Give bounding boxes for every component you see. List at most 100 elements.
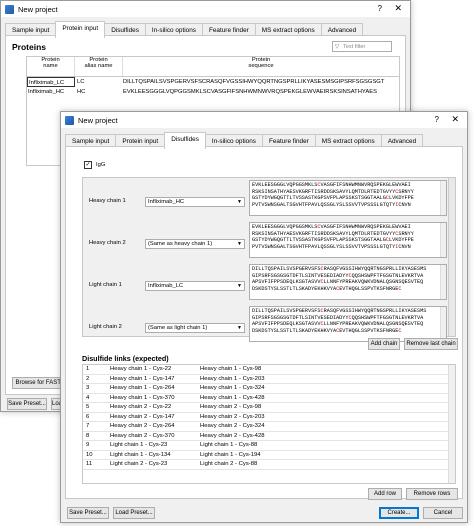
link-cell: 1 <box>86 366 90 372</box>
col-alias-name[interactable]: Protein alias name <box>75 57 123 76</box>
add-row-button[interactable]: Add row <box>368 488 402 500</box>
chain-sequence-box[interactable]: EVKLEESGGGLVQPGGSMKLSCVASGFIFSNHWMNWVRQS… <box>249 222 447 258</box>
back-tab-protein-input[interactable]: Protein input <box>55 21 106 38</box>
chevron-down-icon: ▼ <box>237 199 242 205</box>
table-row[interactable]: Infliximab_LC LC DILLTQSPAILSVSPGERVSFSC… <box>27 77 399 87</box>
table-row[interactable]: 5 Heavy chain 2 - Cys-22 Heavy chain 2 - C… <box>83 403 455 413</box>
back-tab-bar: Sample input Protein input Disulfides In… <box>1 17 410 38</box>
load-preset-button[interactable]: Load Preset... <box>113 507 155 519</box>
col-sequence[interactable]: Protein sequence <box>123 57 399 76</box>
remove-last-chain-button[interactable]: Remove last chain <box>404 338 458 350</box>
link-cell: 11 <box>86 461 93 467</box>
text-filter-input[interactable]: ▽ Text filter <box>332 41 392 52</box>
link-cell: 2 <box>86 375 90 382</box>
table-row[interactable]: 4 Heavy chain 1 - Cys-370 Heavy chain 1 - … <box>83 394 455 403</box>
table-row[interactable]: 3 Heavy chain 1 - Cys-264 Heavy chain 1 - … <box>83 384 455 394</box>
close-icon[interactable]: ✕ <box>394 3 402 14</box>
chain-label: Heavy chain 2 <box>89 240 126 246</box>
sequence-line: RSKSINSATHYAESVKGRFTISRDDSKSAVYLQMTDLRTE… <box>252 188 414 195</box>
sequence-line: EVKLEESGGGLVQPGGSMKLSCVASGFIFSNHWMNWVRQS… <box>252 182 411 188</box>
sequence-scrollbar[interactable] <box>440 223 446 257</box>
help-icon[interactable]: ? <box>435 115 439 124</box>
save-preset-button[interactable]: Save Preset... <box>67 507 109 519</box>
chain-sequence-box[interactable]: DILLTQSPAILSVSPGERVSFSCRASQFVGSSIHWYQQRT… <box>249 306 447 342</box>
link-cell: Light chain 2 - Cys-88 <box>200 461 258 467</box>
igg-label: IgG <box>96 162 106 168</box>
sequence-scrollbar[interactable] <box>440 307 446 341</box>
close-icon[interactable]: ✕ <box>451 114 459 125</box>
link-cell: Heavy chain 1 - Cys-203 <box>200 375 265 382</box>
sequence-line: PVTVSWNSGALTSGVHTFPAVLQSSGLYSLSSVVTVPSSS… <box>252 201 411 208</box>
table-row[interactable]: 6 Heavy chain 2 - Cys-147 Heavy chain 2 - … <box>83 413 455 422</box>
app-icon <box>65 115 74 125</box>
chain-protein-select[interactable]: (Same as heavy chain 1) ▼ <box>145 239 245 249</box>
table-row[interactable]: 2 Heavy chain 1 - Cys-147 Heavy chain 1 - … <box>83 375 455 384</box>
back-title-bar: New project ? ✕ <box>1 1 410 17</box>
table-row[interactable]: 1 Heavy chain 1 - Cys-22 Heavy chain 1 - C… <box>83 365 455 375</box>
sequence-line: DILLTQSPAILSVSPGERVSFSCRASQFVGSSIHWYQQRT… <box>252 308 427 314</box>
igg-checkbox[interactable]: ✓ <box>84 161 92 169</box>
link-cell: Heavy chain 1 - Cys-147 <box>110 375 175 382</box>
sequence-line: EVKLEESGGGLVQPGGSMKLSCVASGFIFSNHWMNWVRQS… <box>252 224 411 230</box>
link-cell: Heavy chain 1 - Cys-264 <box>110 385 175 391</box>
disulfides-panel: ✓ IgG Heavy chain 1 Infliximab_HC ▼ EVKLEES… <box>65 146 463 500</box>
table-row[interactable]: Infliximab_HC HC EVKLEESGGGLVQPGGSMKLSCV… <box>27 87 399 97</box>
front-window-title: New project <box>78 115 118 125</box>
link-cell: Light chain 1 - Cys-194 <box>200 451 261 458</box>
sequence-scrollbar[interactable] <box>440 181 446 215</box>
proteins-title: Proteins <box>12 42 47 52</box>
disulfide-links-title: Disulfide links (expected) <box>82 354 169 363</box>
back-window-title: New project <box>18 4 58 14</box>
chain-protein-select[interactable]: Infliximab_HC ▼ <box>145 197 245 207</box>
front-title-bar: New project ? ✕ <box>61 112 467 128</box>
col-protein-name[interactable]: Protein name <box>27 57 75 76</box>
sequence-line: APSVFIFPPSDEQLKSGTASVVCLLNNFYPREAKVQWKVD… <box>252 321 424 328</box>
chain-sequence-box[interactable]: EVKLEESGGGLVQPGGSMKLSCVASGFIFSNHWMNWVRQS… <box>249 180 447 216</box>
link-cell: Heavy chain 2 - Cys-22 <box>110 404 172 410</box>
front-tab-bar: Sample input Protein input Disulfides In… <box>61 128 467 149</box>
chain-sequence-box[interactable]: DILLTQSPAILSVSPGERVSFSCRASQFVGSSIHWYQQRT… <box>249 264 447 300</box>
table-row[interactable]: 9 Light chain 1 - Cys-23 Light chain 1 - C… <box>83 441 455 451</box>
sequence-line: RSKSINSATHYAESVKGRFTISRDDSKSAVYLQMTDLRTE… <box>252 230 414 237</box>
tab-disulfides[interactable]: Disulfides <box>164 132 206 149</box>
link-cell: 9 <box>86 442 90 448</box>
chain-label: Heavy chain 1 <box>89 198 126 204</box>
link-cell: 8 <box>86 432 90 439</box>
link-cell: Heavy chain 2 - Cys-203 <box>200 413 265 420</box>
table-row[interactable]: 7 Heavy chain 2 - Cys-264 Heavy chain 2 - … <box>83 422 455 432</box>
table-row[interactable]: 11 Light chain 2 - Cys-23 Light chain 2 - … <box>83 460 455 470</box>
sequence-line: GIPSRFSGSGSGTDFTLSINTVESEDIADYYCQQSHSWPF… <box>252 314 424 321</box>
remove-rows-button[interactable]: Remove rows <box>406 488 458 500</box>
link-cell: Heavy chain 2 - Cys-370 <box>110 432 175 439</box>
chain-protein-select[interactable]: (Same as light chain 1) ▼ <box>145 323 245 333</box>
create-button[interactable]: Create... <box>379 507 419 519</box>
links-table: 1 Heavy chain 1 - Cys-22 Heavy chain 1 - C… <box>82 364 456 484</box>
chain-label: Light chain 1 <box>89 282 122 288</box>
help-icon[interactable]: ? <box>378 4 382 13</box>
link-cell: Heavy chain 1 - Cys-324 <box>200 385 265 391</box>
link-cell: Light chain 2 - Cys-23 <box>110 461 168 467</box>
chevron-down-icon: ▼ <box>237 241 242 247</box>
link-cell: 7 <box>86 423 90 429</box>
table-row[interactable]: 8 Heavy chain 2 - Cys-370 Heavy chain 2 - … <box>83 432 455 441</box>
link-cell: 4 <box>86 394 90 401</box>
cancel-button[interactable]: Cancel <box>423 507 463 519</box>
link-cell: Heavy chain 1 - Cys-22 <box>110 366 172 372</box>
back-save-preset-button[interactable]: Save Preset... <box>7 398 47 410</box>
links-scrollbar[interactable] <box>448 365 455 483</box>
sequence-line: DILLTQSPAILSVSPGERVSFSCRASQFVGSSIHWYQQRT… <box>252 266 427 272</box>
add-chain-button[interactable]: Add chain <box>368 338 400 350</box>
filter-icon: ▽ <box>335 44 340 50</box>
link-cell: Heavy chain 2 - Cys-324 <box>200 423 265 429</box>
sequence-scrollbar[interactable] <box>440 265 446 299</box>
app-icon <box>5 4 14 14</box>
link-cell: Light chain 1 - Cys-23 <box>110 442 168 448</box>
chains-scrollbar[interactable] <box>448 178 455 336</box>
table-row[interactable]: 10 Light chain 1 - Cys-134 Light chain 1 -… <box>83 451 455 460</box>
sequence-line: GSTYDYWGQGTTLTVSSASTKGPSVFPLAPSSKSTSGGTA… <box>252 237 414 244</box>
chain-protein-select[interactable]: Infliximab_LC ▼ <box>145 281 245 291</box>
link-cell: 6 <box>86 413 90 420</box>
sequence-line: GSTYDYWGQGTTLTVSSASTKGPSVFPLAPSSKSTSGGTA… <box>252 195 414 202</box>
link-cell: Heavy chain 2 - Cys-428 <box>200 432 265 439</box>
link-cell: Heavy chain 1 - Cys-428 <box>200 394 265 401</box>
